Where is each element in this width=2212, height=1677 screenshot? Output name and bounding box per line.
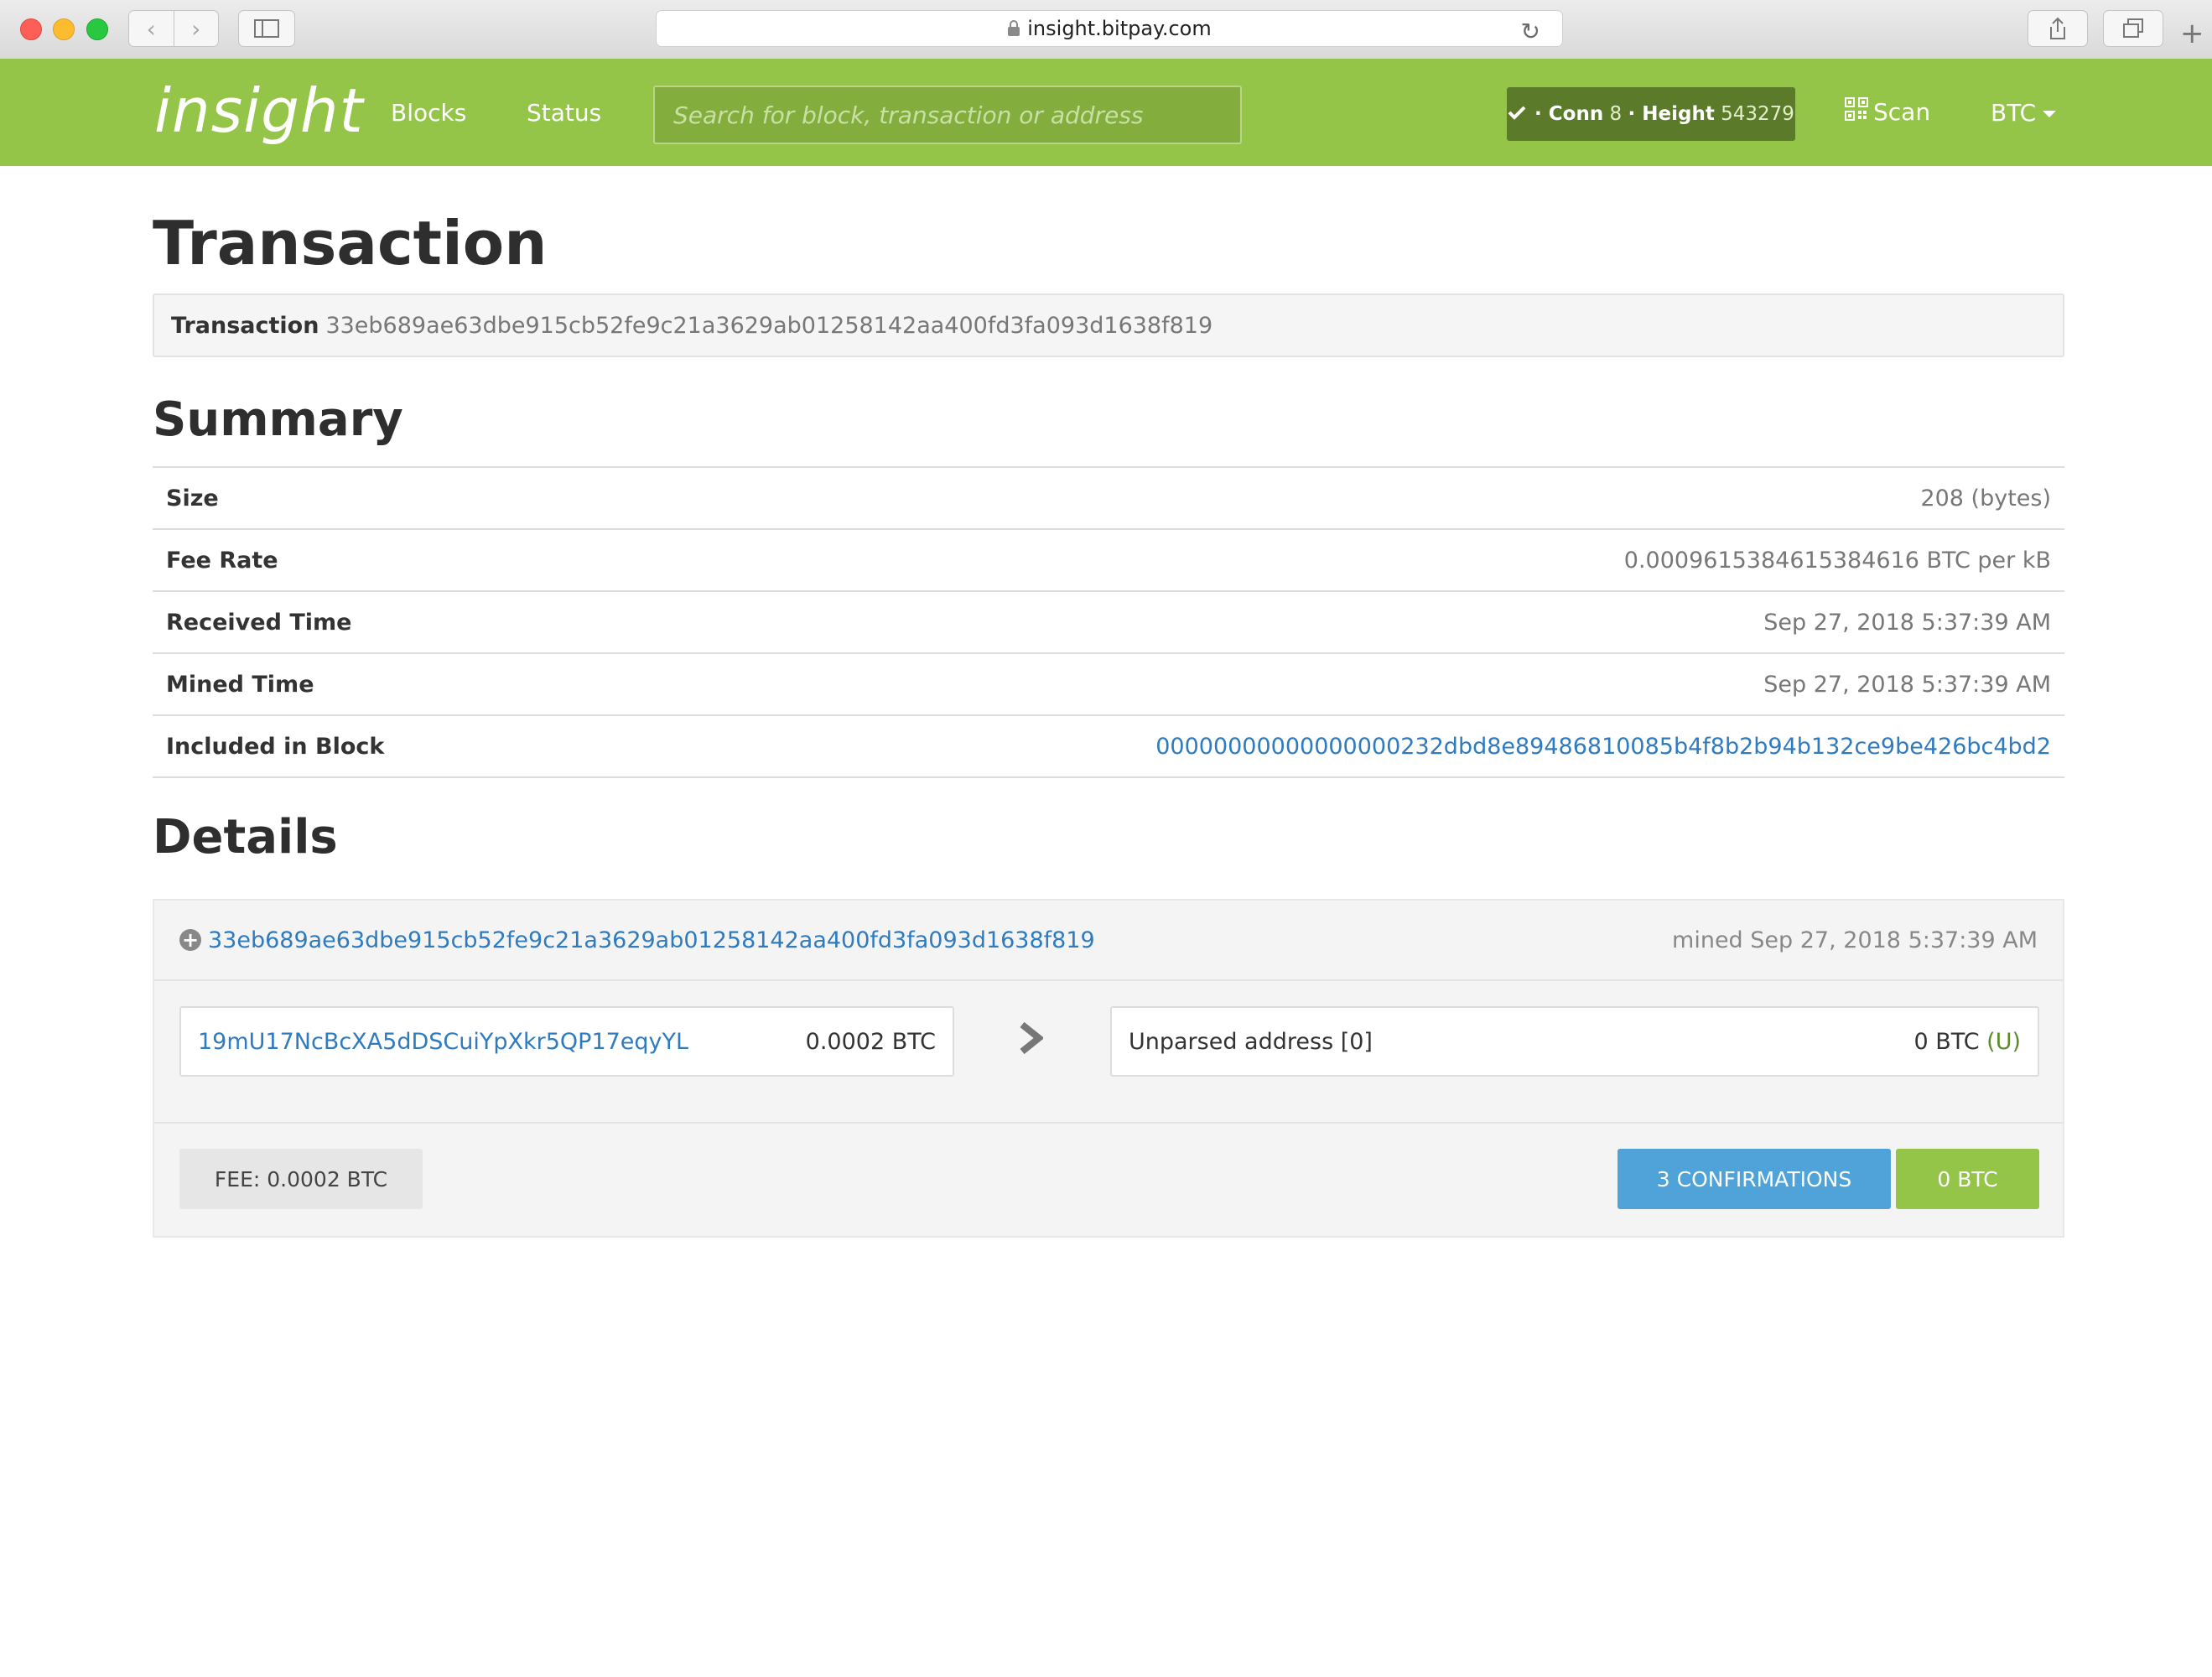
summary-row-included-in-block: Included in Block 00000000000000000232db… — [153, 716, 2064, 778]
transaction-label: Transaction — [171, 312, 319, 339]
row-value: 208 (bytes) — [1920, 485, 2051, 511]
details-title: Details — [153, 810, 338, 864]
tabs-overview-icon[interactable] — [2103, 10, 2163, 47]
height-label: · Height — [1628, 103, 1715, 125]
currency-label: BTC — [1991, 99, 2037, 127]
connection-status-badge: · Conn 8 · Height 543279 — [1507, 87, 1795, 141]
caret-down-icon — [2043, 111, 2057, 117]
scan-label: Scan — [1873, 98, 1931, 126]
back-icon[interactable]: ‹ — [129, 11, 174, 46]
nav-status-link[interactable]: Status — [527, 99, 601, 127]
row-value: 0.0009615384615384616 BTC per kB — [1623, 547, 2051, 574]
page-title: Transaction — [153, 208, 548, 278]
block-hash-link[interactable]: 00000000000000000232dbd8e89486810085b4f8… — [1155, 734, 2051, 760]
forward-icon[interactable]: › — [173, 11, 219, 46]
close-window-button[interactable] — [20, 18, 42, 40]
insight-logo[interactable]: insight — [154, 75, 364, 146]
summary-row-received-time: Received Time Sep 27, 2018 5:37:39 AM — [153, 592, 2064, 654]
qrcode-icon — [1845, 97, 1868, 127]
row-label: Fee Rate — [166, 547, 278, 574]
summary-title: Summary — [153, 392, 403, 447]
output-item: Unparsed address [0] 0 BTC (U) — [1110, 1006, 2039, 1077]
row-label: Size — [166, 485, 219, 511]
scan-button[interactable]: Scan — [1845, 97, 1930, 127]
check-icon — [1508, 103, 1526, 125]
transaction-id-box: Transaction 33eb689ae63dbe915cb52fe9c21a… — [153, 293, 2064, 357]
row-label: Included in Block — [166, 733, 385, 760]
unspent-flag: (U) — [1986, 1028, 2021, 1055]
inputs-outputs: 19mU17NcBcXA5dDSCuiYpXkr5QP17eqyYL 0.000… — [154, 981, 2063, 1124]
summary-row-size: Size 208 (bytes) — [153, 468, 2064, 530]
details-footer: FEE: 0.0002 BTC 3 CONFIRMATIONS 0 BTC — [154, 1124, 2063, 1239]
mined-time: mined Sep 27, 2018 5:37:39 AM — [1672, 927, 2038, 953]
details-header: + 33eb689ae63dbe915cb52fe9c21a3629ab0125… — [154, 901, 2063, 981]
lock-icon — [1007, 20, 1020, 37]
output-address: Unparsed address [0] — [1129, 1028, 1373, 1055]
transaction-id: 33eb689ae63dbe915cb52fe9c21a3629ab012581… — [325, 312, 1213, 339]
height-value: 543279 — [1721, 103, 1794, 125]
input-item: 19mU17NcBcXA5dDSCuiYpXkr5QP17eqyYL 0.000… — [179, 1006, 954, 1077]
confirmations-button[interactable]: 3 CONFIRMATIONS — [1617, 1149, 1891, 1209]
row-value: Sep 27, 2018 5:37:39 AM — [1763, 609, 2051, 636]
browser-toolbar: ‹ › insight.bitpay.com ↻ + — [0, 0, 2212, 60]
input-amount: 0.0002 BTC — [805, 1028, 936, 1055]
conn-prefix: · Conn — [1534, 103, 1604, 125]
zoom-window-button[interactable] — [86, 18, 108, 40]
expand-plus-icon[interactable]: + — [179, 929, 201, 951]
address-bar[interactable]: insight.bitpay.com ↻ — [656, 10, 1563, 47]
app-navbar: insight Blocks Status · Conn 8 · Height … — [0, 59, 2212, 166]
output-amount: 0 BTC — [1913, 1028, 1980, 1055]
details-txid-link[interactable]: 33eb689ae63dbe915cb52fe9c21a3629ab012581… — [208, 927, 1095, 953]
nav-blocks-link[interactable]: Blocks — [391, 99, 466, 127]
row-value: Sep 27, 2018 5:37:39 AM — [1763, 671, 2051, 698]
address-bar-url: insight.bitpay.com — [1027, 17, 1212, 40]
sidebar-toggle-icon[interactable] — [238, 10, 295, 47]
row-label: Mined Time — [166, 671, 314, 698]
search-input[interactable] — [653, 86, 1242, 144]
history-nav: ‹ › — [128, 10, 219, 47]
chevron-right-icon — [1018, 1021, 1045, 1063]
summary-row-mined-time: Mined Time Sep 27, 2018 5:37:39 AM — [153, 654, 2064, 716]
fee-badge: FEE: 0.0002 BTC — [179, 1149, 423, 1209]
row-label: Received Time — [166, 609, 352, 636]
summary-table: Size 208 (bytes) Fee Rate 0.000961538461… — [153, 466, 2064, 778]
input-address-link[interactable]: 19mU17NcBcXA5dDSCuiYpXkr5QP17eqyYL — [198, 1029, 688, 1055]
transaction-details-panel: + 33eb689ae63dbe915cb52fe9c21a3629ab0125… — [153, 899, 2064, 1238]
reload-icon[interactable]: ↻ — [1521, 18, 1540, 45]
minimize-window-button[interactable] — [53, 18, 75, 40]
conn-count: 8 — [1609, 103, 1623, 125]
currency-dropdown[interactable]: BTC — [1991, 99, 2057, 127]
total-amount-button[interactable]: 0 BTC — [1896, 1149, 2039, 1209]
share-icon[interactable] — [2028, 10, 2088, 47]
new-tab-icon[interactable]: + — [2180, 17, 2204, 50]
summary-row-fee-rate: Fee Rate 0.0009615384615384616 BTC per k… — [153, 530, 2064, 592]
